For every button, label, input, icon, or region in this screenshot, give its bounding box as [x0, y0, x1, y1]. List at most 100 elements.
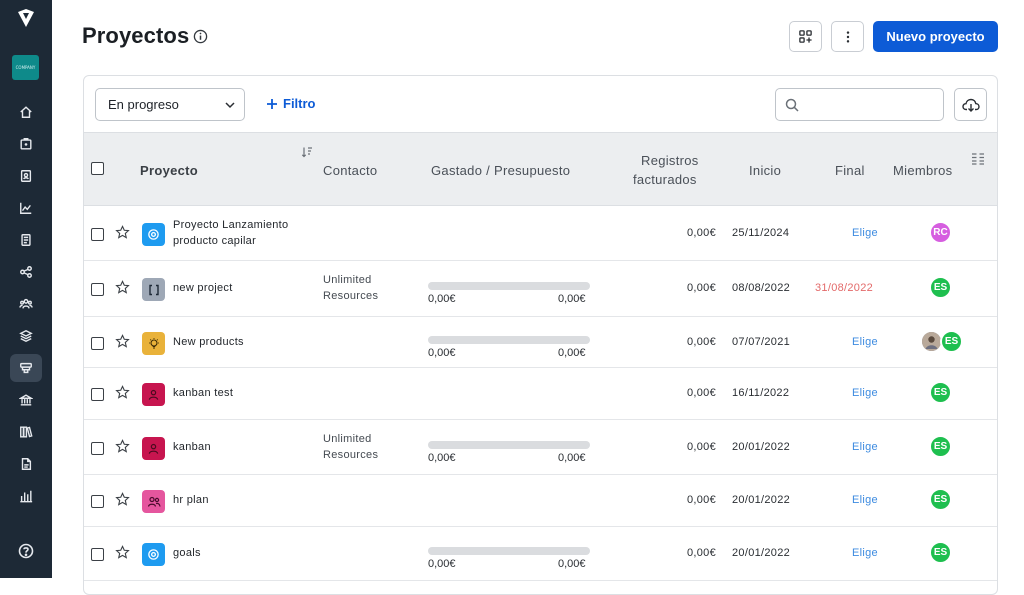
sidebar-item-library[interactable]: [10, 418, 42, 446]
view-toggle-button[interactable]: [789, 21, 822, 52]
table-row[interactable]: hr plan 0,00€ 20/01/2022 Elige ES: [84, 475, 997, 527]
project-name-line2[interactable]: producto capilar: [173, 233, 256, 249]
project-person-icon: [142, 437, 165, 460]
row-checkbox[interactable]: [91, 442, 104, 455]
table-row[interactable]: goals 0,00€ 0,00€ 0,00€ 20/01/2022 Elige ES: [84, 527, 997, 581]
export-button[interactable]: [954, 88, 987, 121]
start-date[interactable]: 25/11/2024: [732, 227, 789, 239]
start-date[interactable]: 20/01/2022: [732, 547, 790, 559]
more-options-button[interactable]: [831, 21, 864, 52]
contact-name-line1[interactable]: Unlimited: [323, 272, 372, 288]
project-name[interactable]: New products: [173, 334, 244, 350]
column-header-end[interactable]: Final: [835, 163, 865, 178]
sidebar-item-projects[interactable]: [10, 354, 42, 382]
search-input[interactable]: [775, 88, 944, 121]
billed-amount: 0,00€: [686, 387, 716, 399]
start-date[interactable]: 08/08/2022: [732, 282, 790, 294]
projects-icon: [20, 362, 32, 374]
help-button[interactable]: [14, 539, 38, 563]
end-date[interactable]: Elige: [852, 387, 878, 399]
column-header-contact[interactable]: Contacto: [323, 163, 377, 178]
project-name-line1[interactable]: Proyecto Lanzamiento: [173, 217, 288, 233]
contact-name-line2[interactable]: Resources: [323, 447, 378, 463]
bank-icon: [19, 394, 33, 406]
project-name[interactable]: kanban: [173, 439, 211, 455]
project-name[interactable]: new project: [173, 280, 233, 296]
row-checkbox[interactable]: [91, 548, 104, 561]
sidebar-item-finance[interactable]: [10, 386, 42, 414]
column-header-billed-line2[interactable]: facturados: [633, 172, 697, 187]
project-name[interactable]: kanban test: [173, 385, 233, 401]
contact-name-line2[interactable]: Resources: [323, 288, 378, 304]
status-filter-select[interactable]: En progreso: [95, 88, 245, 121]
add-filter-button[interactable]: Filtro: [266, 96, 316, 111]
sidebar-item-reports[interactable]: [10, 194, 42, 222]
start-date[interactable]: 20/01/2022: [732, 441, 790, 453]
project-name[interactable]: hr plan: [173, 492, 209, 508]
column-header-start[interactable]: Inicio: [749, 163, 781, 178]
sidebar-item-invoices[interactable]: [10, 450, 42, 478]
end-date[interactable]: Elige: [852, 441, 878, 453]
favorite-star-icon[interactable]: [115, 225, 130, 240]
row-checkbox[interactable]: [91, 337, 104, 350]
budget-amount: 0,00€: [558, 293, 586, 305]
table-row[interactable]: kanban test 0,00€ 16/11/2022 Elige ES: [84, 368, 997, 420]
favorite-star-icon[interactable]: [115, 334, 130, 349]
start-date[interactable]: 16/11/2022: [732, 387, 789, 399]
end-date[interactable]: 31/08/2022: [815, 282, 873, 294]
sidebar-item-time[interactable]: [10, 130, 42, 158]
member-avatar[interactable]: ES: [929, 541, 952, 564]
file-icon: [21, 458, 32, 470]
favorite-star-icon[interactable]: [115, 385, 130, 400]
columns-settings-icon[interactable]: [971, 152, 985, 165]
end-date[interactable]: Elige: [852, 547, 878, 559]
favorite-star-icon[interactable]: [115, 545, 130, 560]
table-row[interactable]: new project Unlimited Resources 0,00€ 0,00€ 0…: [84, 261, 997, 317]
company-logo[interactable]: COMPANY: [12, 55, 39, 80]
sidebar-item-integrations[interactable]: [10, 258, 42, 286]
kebab-menu-icon: [846, 30, 849, 43]
select-all-checkbox[interactable]: [91, 162, 104, 175]
sidebar-item-home[interactable]: [10, 98, 42, 126]
row-checkbox[interactable]: [91, 495, 104, 508]
library-icon: [20, 426, 33, 438]
member-avatar[interactable]: RC: [929, 221, 952, 244]
member-avatar[interactable]: ES: [929, 276, 952, 299]
sidebar-item-analytics[interactable]: [10, 482, 42, 510]
info-icon[interactable]: [193, 29, 208, 44]
column-header-billed-line1[interactable]: Registros: [641, 153, 699, 168]
table-row[interactable]: New products 0,00€ 0,00€ 0,00€ 07/07/2021 Eli…: [84, 317, 997, 368]
sidebar-item-documents[interactable]: [10, 226, 42, 254]
app-logo-icon[interactable]: [14, 6, 38, 30]
row-checkbox[interactable]: [91, 228, 104, 241]
chart-line-icon: [20, 202, 32, 214]
favorite-star-icon[interactable]: [115, 492, 130, 507]
end-date[interactable]: Elige: [852, 227, 878, 239]
contact-name-line1[interactable]: Unlimited: [323, 431, 372, 447]
table-row[interactable]: kanban Unlimited Resources 0,00€ 0,00€ 0,00€ 2…: [84, 420, 997, 475]
end-date[interactable]: Elige: [852, 336, 878, 348]
help-icon: [18, 543, 34, 559]
project-name[interactable]: goals: [173, 545, 201, 561]
table-row[interactable]: Proyecto Lanzamiento producto capilar 0,00…: [84, 206, 997, 261]
favorite-star-icon[interactable]: [115, 439, 130, 454]
budget-amount: 0,00€: [558, 558, 586, 570]
member-avatar[interactable]: ES: [940, 330, 963, 353]
start-date[interactable]: 07/07/2021: [732, 336, 790, 348]
row-checkbox[interactable]: [91, 388, 104, 401]
member-avatar[interactable]: ES: [929, 435, 952, 458]
sidebar-item-resources[interactable]: [10, 322, 42, 350]
column-header-members[interactable]: Miembros: [893, 163, 952, 178]
column-header-spent-budget[interactable]: Gastado / Presupuesto: [431, 163, 570, 178]
member-avatar[interactable]: ES: [929, 488, 952, 511]
member-avatar[interactable]: ES: [929, 381, 952, 404]
row-checkbox[interactable]: [91, 283, 104, 296]
sidebar-item-contacts[interactable]: [10, 162, 42, 190]
favorite-star-icon[interactable]: [115, 280, 130, 295]
new-project-button[interactable]: Nuevo proyecto: [873, 21, 998, 52]
sort-icon[interactable]: [301, 146, 313, 158]
column-header-project[interactable]: Proyecto: [140, 163, 198, 178]
start-date[interactable]: 20/01/2022: [732, 494, 790, 506]
end-date[interactable]: Elige: [852, 494, 878, 506]
sidebar-item-team[interactable]: [10, 290, 42, 318]
